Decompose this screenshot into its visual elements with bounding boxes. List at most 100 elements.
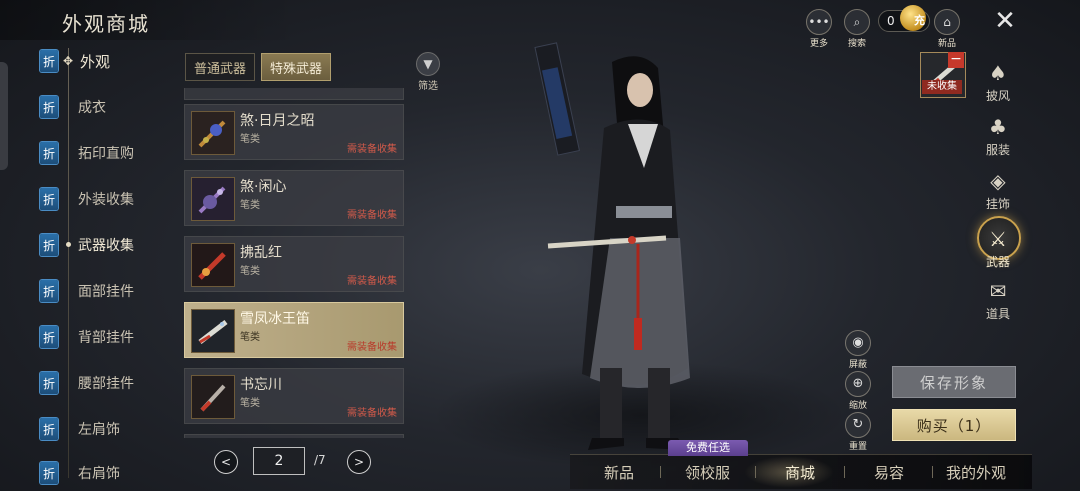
category-label: 服装 xyxy=(985,143,1010,157)
nav-item-left-shoulder[interactable]: 折 左肩饰 xyxy=(40,414,180,444)
weapon-thumbnail xyxy=(191,243,235,287)
list-item[interactable]: 拂乱红 笔类 需装备收集 xyxy=(184,236,404,292)
zoom-button[interactable]: ⊕ 缩放 xyxy=(844,371,872,411)
nav-item-costume-collection[interactable]: 折 外装收集 xyxy=(40,184,180,214)
character-model[interactable] xyxy=(520,38,730,488)
page-number-input[interactable]: 2 xyxy=(253,447,305,475)
buy-button[interactable]: 购买（1） xyxy=(892,409,1016,441)
item-status: 需装备收集 xyxy=(347,210,397,221)
funnel-icon: ▼ xyxy=(416,52,440,76)
category-props[interactable]: ✉ 道具 xyxy=(976,278,1020,322)
nav-separator xyxy=(844,466,845,478)
tab-normal-weapons[interactable]: 普通武器 xyxy=(185,53,256,81)
reset-button[interactable]: ↻ 重置 xyxy=(844,412,872,452)
bottom-nav-my-appearance[interactable]: 我的外观 xyxy=(946,460,1006,484)
discount-badge: 折 xyxy=(40,372,58,394)
nav-item-label: 面部挂件 xyxy=(78,284,134,300)
tab-special-weapons[interactable]: 特殊武器 xyxy=(261,53,332,81)
item-type: 笔类 xyxy=(240,134,260,145)
bottom-nav-new[interactable]: 新品 xyxy=(604,460,634,484)
filter-button[interactable]: ▼ 筛选 xyxy=(416,52,440,92)
more-button[interactable]: ••• 更多 xyxy=(806,9,832,49)
close-icon[interactable]: ✕ xyxy=(990,6,1020,36)
save-look-button[interactable]: 保存形象 xyxy=(892,366,1016,398)
item-status: 需装备收集 xyxy=(347,144,397,155)
robe-icon: ♣ xyxy=(989,115,1007,139)
nav-item-label: 腰部挂件 xyxy=(78,376,134,392)
nav-separator xyxy=(755,466,756,478)
nav-item-appearance[interactable]: 折 ✥ 外观 xyxy=(40,46,180,76)
nav-item-rubbing[interactable]: 折 拓印直购 xyxy=(40,138,180,168)
item-name: 书忘川 xyxy=(240,377,282,393)
discount-badge: 折 xyxy=(40,50,58,72)
discount-badge: 折 xyxy=(40,326,58,348)
weapon-thumbnail xyxy=(191,375,235,419)
nav-item-outfits[interactable]: 折 成衣 xyxy=(40,92,180,122)
category-cloak[interactable]: ♠ 披风 xyxy=(976,60,1020,104)
weapon-icon: ⚔ xyxy=(989,227,1007,251)
bottom-nav-uniform[interactable]: 领校服 xyxy=(685,460,730,484)
more-label: 更多 xyxy=(809,39,828,49)
zoom-icon: ⊕ xyxy=(845,371,871,397)
list-item[interactable]: 书忘川 笔类 需装备收集 xyxy=(184,368,404,424)
nav-item-face-pendant[interactable]: 折 面部挂件 xyxy=(40,276,180,306)
category-clothing[interactable]: ♣ 服装 xyxy=(976,114,1020,158)
item-name: 雪凤冰王笛 xyxy=(240,311,310,327)
category-label: 披风 xyxy=(985,89,1010,103)
list-item[interactable]: 煞·闲心 笔类 需装备收集 xyxy=(184,170,404,226)
back-handle[interactable] xyxy=(0,62,8,170)
weapon-thumbnail xyxy=(191,111,235,155)
shop-icon: ⌂ xyxy=(934,9,960,35)
nav-item-back-pendant[interactable]: 折 背部挂件 xyxy=(40,322,180,352)
nav-item-label: 拓印直购 xyxy=(78,146,134,162)
prop-icon: ✉ xyxy=(989,279,1007,303)
title-bar xyxy=(0,0,300,40)
prev-page-button[interactable]: < xyxy=(214,450,238,474)
list-item[interactable] xyxy=(184,88,404,100)
hide-button[interactable]: ◉ 屏蔽 xyxy=(844,330,872,370)
bottom-nav-store[interactable]: 商城 xyxy=(785,460,815,484)
category-weapon[interactable]: ⚔ 武器 xyxy=(976,216,1021,270)
item-type: 笔类 xyxy=(240,200,260,211)
nav-item-right-shoulder[interactable]: 折 右肩饰 xyxy=(40,458,180,488)
next-page-button[interactable]: > xyxy=(347,450,371,474)
discount-badge: 折 xyxy=(40,142,58,164)
remove-icon[interactable]: − xyxy=(948,52,964,68)
search-button[interactable]: ⌕ 搜索 xyxy=(844,9,870,49)
page-total: /7 xyxy=(314,453,326,467)
category-accessories[interactable]: ◈ 挂饰 xyxy=(976,168,1020,212)
item-status: 需装备收集 xyxy=(347,408,397,419)
weapon-list[interactable]: 煞·日月之昭 笔类 需装备收集 煞·闲心 笔类 需装备收集 拂乱红 笔类 需装备… xyxy=(184,88,404,438)
item-name: 煞·闲心 xyxy=(240,179,287,195)
weapon-thumbnail xyxy=(191,309,235,353)
cloak-icon: ♠ xyxy=(989,61,1007,85)
bottom-nav-disguise[interactable]: 易容 xyxy=(874,460,904,484)
nav-item-label: 武器收集 xyxy=(78,238,134,254)
list-item[interactable] xyxy=(184,434,404,438)
item-type: 笔类 xyxy=(240,266,260,277)
weapon-thumbnail xyxy=(191,177,235,221)
item-status: 需装备收集 xyxy=(347,342,397,353)
discount-badge: 折 xyxy=(40,462,58,484)
discount-badge: 折 xyxy=(40,96,58,118)
list-item[interactable]: 煞·日月之昭 笔类 需装备收集 xyxy=(184,104,404,160)
discount-badge: 折 xyxy=(40,234,58,256)
nav-item-label: 外装收集 xyxy=(78,192,134,208)
search-icon: ⌕ xyxy=(844,9,870,35)
search-label: 搜索 xyxy=(847,39,866,49)
list-item-selected[interactable]: 雪凤冰王笛 笔类 需装备收集 xyxy=(184,302,404,358)
filter-label: 筛选 xyxy=(418,81,438,92)
category-label: 武器 xyxy=(985,255,1010,269)
item-name: 拂乱红 xyxy=(240,245,282,261)
discount-badge: 折 xyxy=(40,418,58,440)
free-choice-tag: 免费任选 xyxy=(668,440,748,456)
uncollected-label: 未收集 xyxy=(922,80,962,94)
new-items-button[interactable]: ⌂ 新品 xyxy=(934,9,960,49)
charge-label[interactable]: 充 xyxy=(914,12,925,28)
hide-label: 屏蔽 xyxy=(848,360,867,370)
new-items-label: 新品 xyxy=(937,39,956,49)
nav-item-weapon-collection[interactable]: 折 武器收集 xyxy=(40,230,180,260)
nav-item-waist-pendant[interactable]: 折 腰部挂件 xyxy=(40,368,180,398)
page-title: 外观商城 xyxy=(62,12,150,36)
nav-separator xyxy=(660,466,661,478)
